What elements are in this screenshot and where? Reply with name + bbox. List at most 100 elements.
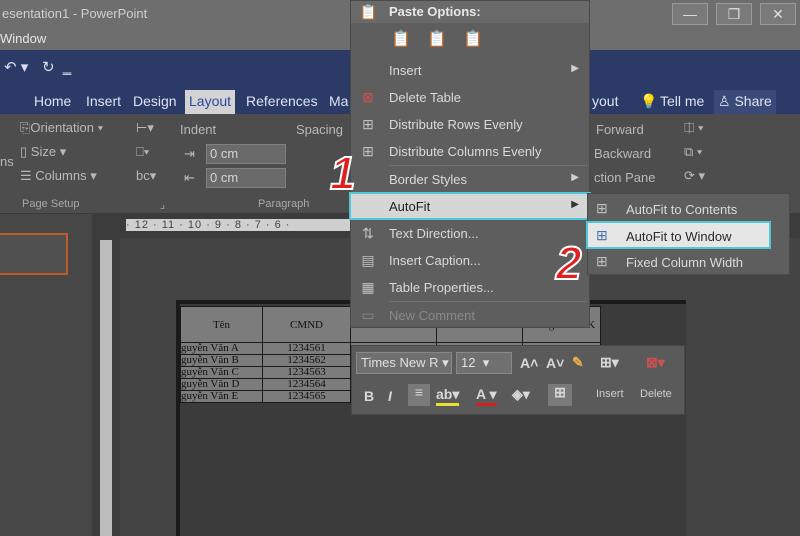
menu-item-autofit[interactable]: AutoFit ▶ — [349, 192, 591, 220]
submenu-autofit-contents[interactable]: ⊞ AutoFit to Contents — [588, 196, 789, 222]
menu-item-insert-caption[interactable]: ▤ Insert Caption... — [351, 248, 589, 274]
window-title: esentation1 - PowerPoint — [2, 6, 148, 21]
cmnd-cell[interactable]: 1234561 — [262, 342, 351, 355]
submenu-item-label: AutoFit to Window — [626, 229, 732, 244]
selection-pane-button[interactable]: ction Pane — [594, 170, 655, 185]
menu-item-new-comment: ▭ New Comment — [351, 303, 589, 329]
mini-toolbar: Times New R ▾ 12 ▾ A˄ A˅ ✎ B I ≡ ab▾ A ▾… — [351, 345, 685, 415]
paste-text-only-icon[interactable]: 📋 — [463, 29, 485, 51]
cmnd-cell[interactable]: 1234565 — [262, 390, 351, 403]
autofit-contents-icon: ⊞ — [596, 200, 608, 216]
header-ten[interactable]: Tên — [180, 306, 263, 343]
indent-left-icon: ⇥ — [184, 146, 195, 161]
shrink-font-icon[interactable]: A˅ — [546, 355, 564, 371]
paste-keep-formatting-icon[interactable]: 📋 — [391, 29, 413, 51]
format-painter-icon[interactable]: ✎ — [572, 354, 584, 371]
group-icon[interactable]: ⧉ ▾ — [684, 144, 702, 160]
table-properties-icon: ▦ — [361, 279, 375, 295]
align-center-button[interactable]: ≡ — [408, 384, 430, 406]
tab-references[interactable]: References — [242, 90, 322, 114]
cmnd-cell[interactable]: 1234563 — [262, 366, 351, 379]
name-cell[interactable]: guyễn Văn D — [180, 378, 263, 391]
submenu-fixed-column-width[interactable]: ⊞ Fixed Column Width — [588, 249, 789, 275]
menu-item-border-styles[interactable]: Border Styles ▶ — [351, 167, 589, 193]
bring-forward-button[interactable]: Forward — [596, 122, 644, 137]
menu-item-label: Insert — [389, 63, 422, 78]
restore-button[interactable]: ❐ — [716, 3, 752, 25]
tab-home[interactable]: Home — [30, 90, 75, 114]
insert-icon — [359, 62, 377, 80]
undo-icon[interactable]: ↶ ▾ — [4, 58, 28, 76]
header-cmnd[interactable]: CMND — [262, 306, 351, 343]
italic-button[interactable]: I — [388, 388, 392, 404]
share-button[interactable]: ♙ Share — [714, 90, 776, 114]
columns-button[interactable]: ☰ Columns ▾ — [20, 168, 97, 184]
menu-separator — [389, 165, 587, 166]
hyphenation-icon[interactable]: bc▾ — [136, 168, 156, 184]
margins-cut-label[interactable]: ns — [0, 154, 14, 169]
rotate-icon[interactable]: ⟳ ▾ — [684, 168, 705, 184]
delete-label[interactable]: Delete — [640, 388, 672, 400]
tell-me-box[interactable]: Tell me — [656, 90, 708, 114]
menu-item-label: Table Properties... — [389, 280, 494, 295]
font-size-box[interactable]: 12 ▾ — [456, 352, 512, 374]
menu-item-text-direction[interactable]: ⇅ Text Direction... — [351, 221, 589, 247]
menu-item-label: Delete Table — [389, 90, 462, 105]
autofit-window-icon: ⊞ — [596, 227, 608, 243]
name-cell[interactable]: guyễn Văn C — [180, 366, 263, 379]
insert-table-icon[interactable]: ⊞▾ — [600, 354, 619, 371]
orientation-icon: ⎘ — [20, 120, 31, 135]
align-icon[interactable]: ⎅ ▾ — [684, 120, 703, 136]
menu-separator — [389, 301, 587, 302]
spacing-label: Spacing — [296, 122, 343, 137]
page-setup-group-label: Page Setup — [22, 198, 80, 210]
size-button[interactable]: ▯ Size ▾ — [20, 144, 66, 160]
name-cell[interactable]: guyễn Văn A — [180, 342, 263, 355]
send-backward-button[interactable]: Backward — [594, 146, 651, 161]
menu-item-distribute-columns[interactable]: ⊞ Distribute Columns Evenly — [351, 139, 589, 165]
shading-icon[interactable]: ◈▾ — [512, 386, 530, 403]
vertical-ruler — [100, 240, 112, 536]
menu-item-delete-table[interactable]: ⊠ Delete Table — [351, 85, 589, 111]
tab-layout[interactable]: Layout — [185, 90, 236, 114]
tab-insert[interactable]: Insert — [82, 90, 125, 114]
redo-icon[interactable]: ↻ ‗ — [42, 58, 71, 76]
slide-thumbnail[interactable] — [0, 233, 68, 275]
font-name-box[interactable]: Times New R ▾ — [356, 352, 452, 374]
size-label: Size — [30, 144, 57, 159]
close-button[interactable]: ✕ — [760, 3, 796, 25]
menu-item-table-properties[interactable]: ▦ Table Properties... — [351, 275, 589, 301]
indent-label: Indent — [180, 122, 217, 137]
font-color-icon[interactable]: A ▾ — [476, 386, 497, 406]
breaks-icon[interactable]: ⊢▾ — [136, 120, 154, 136]
submenu-autofit-window[interactable]: ⊞ AutoFit to Window — [586, 221, 771, 249]
insert-label[interactable]: Insert — [596, 388, 624, 400]
menu-window[interactable]: Window — [0, 31, 46, 46]
indent-left-input[interactable]: 0 cm — [206, 144, 286, 164]
indent-right-input[interactable]: 0 cm — [206, 168, 286, 188]
cmnd-cell[interactable]: 1234562 — [262, 354, 351, 367]
tab-design[interactable]: Design — [129, 90, 181, 114]
share-label: Share — [734, 93, 772, 109]
tab-table-layout[interactable]: yout — [588, 90, 622, 114]
highlight-icon[interactable]: ab▾ — [436, 386, 460, 406]
paste-merge-icon[interactable]: 📋 — [427, 29, 449, 51]
tab-mailings[interactable]: Ma — [325, 90, 352, 114]
text-direction-icon: ⇅ — [362, 225, 374, 241]
menu-item-insert[interactable]: Insert ▶ — [351, 58, 589, 84]
line-numbers-icon[interactable]: ⎕▾ — [136, 144, 149, 160]
name-cell[interactable]: guyễn Văn B — [180, 354, 263, 367]
font-name-value: Times New R — [361, 355, 439, 370]
delete-table-icon[interactable]: ⊠▾ — [646, 354, 665, 371]
submenu-arrow-icon: ▶ — [571, 199, 579, 210]
orientation-button[interactable]: ⎘Orientation ▾ — [20, 120, 103, 136]
dialog-launcher-icon[interactable]: ⌟ — [160, 198, 165, 211]
bold-button[interactable]: B — [364, 388, 374, 404]
menu-item-distribute-rows[interactable]: ⊞ Distribute Rows Evenly — [351, 112, 589, 138]
cmnd-cell[interactable]: 1234564 — [262, 378, 351, 391]
autofit-icon — [359, 198, 377, 216]
grow-font-icon[interactable]: A˄ — [520, 355, 538, 371]
minimize-button[interactable]: — — [672, 3, 708, 25]
borders-icon[interactable]: ⊞ — [548, 384, 572, 406]
name-cell[interactable]: guyễn Văn E — [180, 390, 263, 403]
